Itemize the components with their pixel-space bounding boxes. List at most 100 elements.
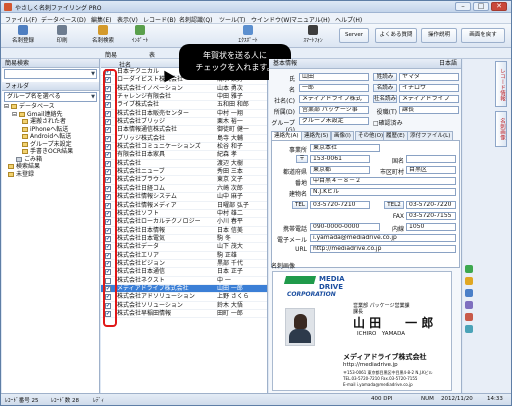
tab-image[interactable]: 画像(I) (331, 131, 354, 140)
tree-item-handwriting[interactable]: 手書きOCR結果 (4, 148, 99, 156)
server-button[interactable]: Server (339, 28, 369, 43)
menu-edit[interactable]: 編集(E) (91, 15, 111, 24)
menu-database[interactable]: データベース(D) (41, 15, 86, 24)
table-row[interactable]: ✔ 株式会社データ 山下 茂大 (101, 243, 267, 252)
zoom-icon[interactable] (465, 277, 473, 285)
flip-icon[interactable] (465, 289, 473, 297)
import-button[interactable]: ｲﾝﾎﾟｰﾄ (125, 25, 155, 47)
table-row[interactable]: ✔ 株式会社日本情報 日本 信美 (101, 227, 267, 235)
faq-button[interactable]: よくある質問 (375, 28, 417, 43)
email-field[interactable]: i.yamada@mediadrive.co.jp (310, 234, 456, 242)
table-row[interactable]: ✔ 株式会社情報システム 山中 麻子 (101, 193, 267, 202)
table-row[interactable]: ✔ 有限会社日本家具 紀森 孝 (101, 151, 267, 160)
menu-view[interactable]: 表示(V) (117, 15, 138, 24)
tel-field[interactable]: 03-5720-7210 (310, 201, 370, 209)
smartphone-button[interactable]: ｽﾏｰﾄﾌｫﾝ (295, 25, 331, 47)
street-field[interactable]: 中目黒４－８－２ (310, 177, 456, 185)
table-row[interactable]: 株式会社ネクスト 中 一 (101, 277, 267, 285)
city-field[interactable]: 目黒区 (406, 166, 456, 174)
table-row[interactable]: ✔ 株式会社アドソリューション 上野 さくら (101, 293, 267, 302)
tel2-field[interactable]: 03-5720-7220 (406, 201, 456, 209)
group-select[interactable]: グループ名を選べる (4, 92, 97, 102)
given-name-field[interactable]: 一郎 (299, 84, 369, 92)
scan-icon[interactable] (465, 325, 473, 333)
tab-contact-s[interactable]: 連絡先(S) (301, 131, 332, 140)
table-row[interactable]: ✔ 日本情報通信株式会社 御徒町 健一 (101, 126, 267, 135)
prefecture-field[interactable]: 東京都 (310, 166, 370, 174)
rotate-icon[interactable] (465, 265, 473, 273)
tab-contact-a[interactable]: 連絡先(A) (271, 131, 302, 140)
menu-file[interactable]: ファイル(F) (5, 15, 37, 24)
title-field[interactable]: 課長 (399, 106, 459, 114)
card-image-tab[interactable]: 名刺画像 (495, 111, 507, 147)
table-row[interactable]: ✔ 株式会社ローカルテクノロジー 小川 春平 (101, 218, 267, 227)
table-row[interactable]: ✔ 株式会社ビジョン 黒部 千代 (101, 260, 267, 269)
building-field[interactable]: N.J.Kビル (310, 188, 456, 196)
table-row[interactable]: ✔ 株式会社日経コム 六崎 次郎 (101, 185, 267, 194)
back-screen-button[interactable]: 画面を戻す (461, 28, 505, 43)
tel2-button[interactable]: TEL2 (384, 201, 404, 209)
mobile-field[interactable]: 090-0000-0000 (310, 223, 380, 231)
table-row[interactable]: ✔ 株式会社ブラウン 東京 文子 (101, 176, 267, 185)
table-row[interactable]: ✔ ブリッジ株式会社 島寺 大輔 (101, 135, 267, 144)
group-field[interactable]: グループ未設定 (299, 117, 369, 125)
given-kana-field[interactable]: イチロウ (399, 84, 459, 92)
menu-manual[interactable]: マニュアル(H) (291, 15, 330, 24)
delete-image-icon[interactable] (465, 313, 473, 321)
surname-field[interactable]: 山田 (299, 73, 369, 81)
table-row[interactable]: ✔ 株式会社日本通信 日本 正子 (101, 268, 267, 277)
company-kana-field[interactable]: メディアドライブ (399, 95, 459, 103)
quick-search-input[interactable] (4, 69, 97, 79)
menu-record[interactable]: レコード(B) (143, 15, 176, 24)
table-row[interactable]: ✔ 株式会社情報メディア 日曜部 弘子 (101, 202, 267, 210)
table-row[interactable]: ✔ 株式会社ソフト 中村 雄二 (101, 210, 267, 219)
fax-field[interactable]: 03-5720-7155 (406, 212, 456, 220)
surname-kana-field[interactable]: ヤマダ (399, 73, 459, 81)
minimize-button[interactable]: – (455, 2, 471, 11)
tab-other[interactable]: その他(O) (355, 131, 387, 140)
tree-item-database[interactable]: ⊟ データベース (4, 103, 99, 111)
search-card-button[interactable]: 名刺検索 (85, 25, 121, 47)
zip-field[interactable]: 153-0061 (310, 155, 370, 163)
menu-help[interactable]: ヘルプ(H) (335, 15, 362, 24)
office-field[interactable]: 東京本社 (310, 144, 380, 152)
register-card-button[interactable]: 名刺登録 (5, 25, 41, 47)
menu-tools[interactable]: ツール(T) (219, 15, 245, 24)
tree-item-trash[interactable]: ごみ箱 (4, 156, 99, 164)
country-field[interactable] (406, 155, 456, 163)
print-button[interactable]: 印刷 (47, 25, 77, 47)
table-row[interactable]: ✔ 株式会社日本販売センター 中村 一翔 (101, 110, 267, 119)
table-row[interactable]: ✔ 株式会社早稲田情報 田町 一郎 (101, 310, 267, 319)
given-kana-button[interactable]: 名読み (373, 84, 397, 92)
tab-attachments[interactable]: 添付ファイル(L) (407, 131, 454, 140)
tree-item-android[interactable]: Androidへ転送 (4, 133, 99, 141)
tree-item-no-group[interactable]: グループ未設定 (4, 141, 99, 149)
surname-kana-button[interactable]: 姓読み (373, 73, 397, 81)
department-field[interactable]: 営業部 パッケージ事 (299, 106, 369, 114)
url-field[interactable]: http://mediadrive.co.jp (310, 245, 456, 253)
table-row[interactable]: ✔ 株式会社イノベーション 山本 勇次 (101, 85, 267, 94)
table-row[interactable]: ✔ 株式会社 渡辺 大樹 (101, 160, 267, 169)
tree-item-unregistered[interactable]: 未登録 (4, 171, 99, 179)
crop-icon[interactable] (465, 301, 473, 309)
extension-field[interactable]: 1050 (406, 223, 456, 231)
table-row[interactable]: ✔ ライブ株式会社 五和田 和郎 (101, 101, 267, 110)
menu-ocr[interactable]: 名刺認識(Q) (179, 15, 212, 24)
table-row[interactable]: ✔ 株式会社エリア駒 正雄 (101, 252, 267, 260)
tree-item-search-result[interactable]: 検索結果 (4, 163, 99, 171)
view-table-label[interactable]: 表 (149, 50, 155, 59)
tree-item-iphone[interactable]: iPhoneへ転送 (4, 126, 99, 134)
company-kana-button[interactable]: 社名読み (373, 95, 397, 103)
operation-guide-button[interactable]: 操作説明 (421, 28, 457, 43)
view-simple-label[interactable]: 簡易 (105, 50, 117, 59)
confirmed-checkbox[interactable]: □確認済み (373, 118, 403, 127)
tree-item-moved[interactable]: 運搬された者 (4, 118, 99, 126)
table-row[interactable]: ✔ 株式会社日本電気駒 冬 (101, 235, 267, 244)
tree-item-gmail[interactable]: ⊟ Gmail連絡先 (4, 111, 99, 119)
tab-history[interactable]: 履歴(E) (383, 131, 408, 140)
record-info-tab[interactable]: レコード情報 (495, 61, 507, 107)
zip-button[interactable]: 〒 (296, 155, 308, 163)
tel-button[interactable]: TEL (292, 201, 308, 209)
company-field[interactable]: メディアドライブ株式 (299, 95, 369, 103)
table-row[interactable]: ✔ 株式会社ソリューション 鈴木 大悟 (101, 302, 267, 310)
